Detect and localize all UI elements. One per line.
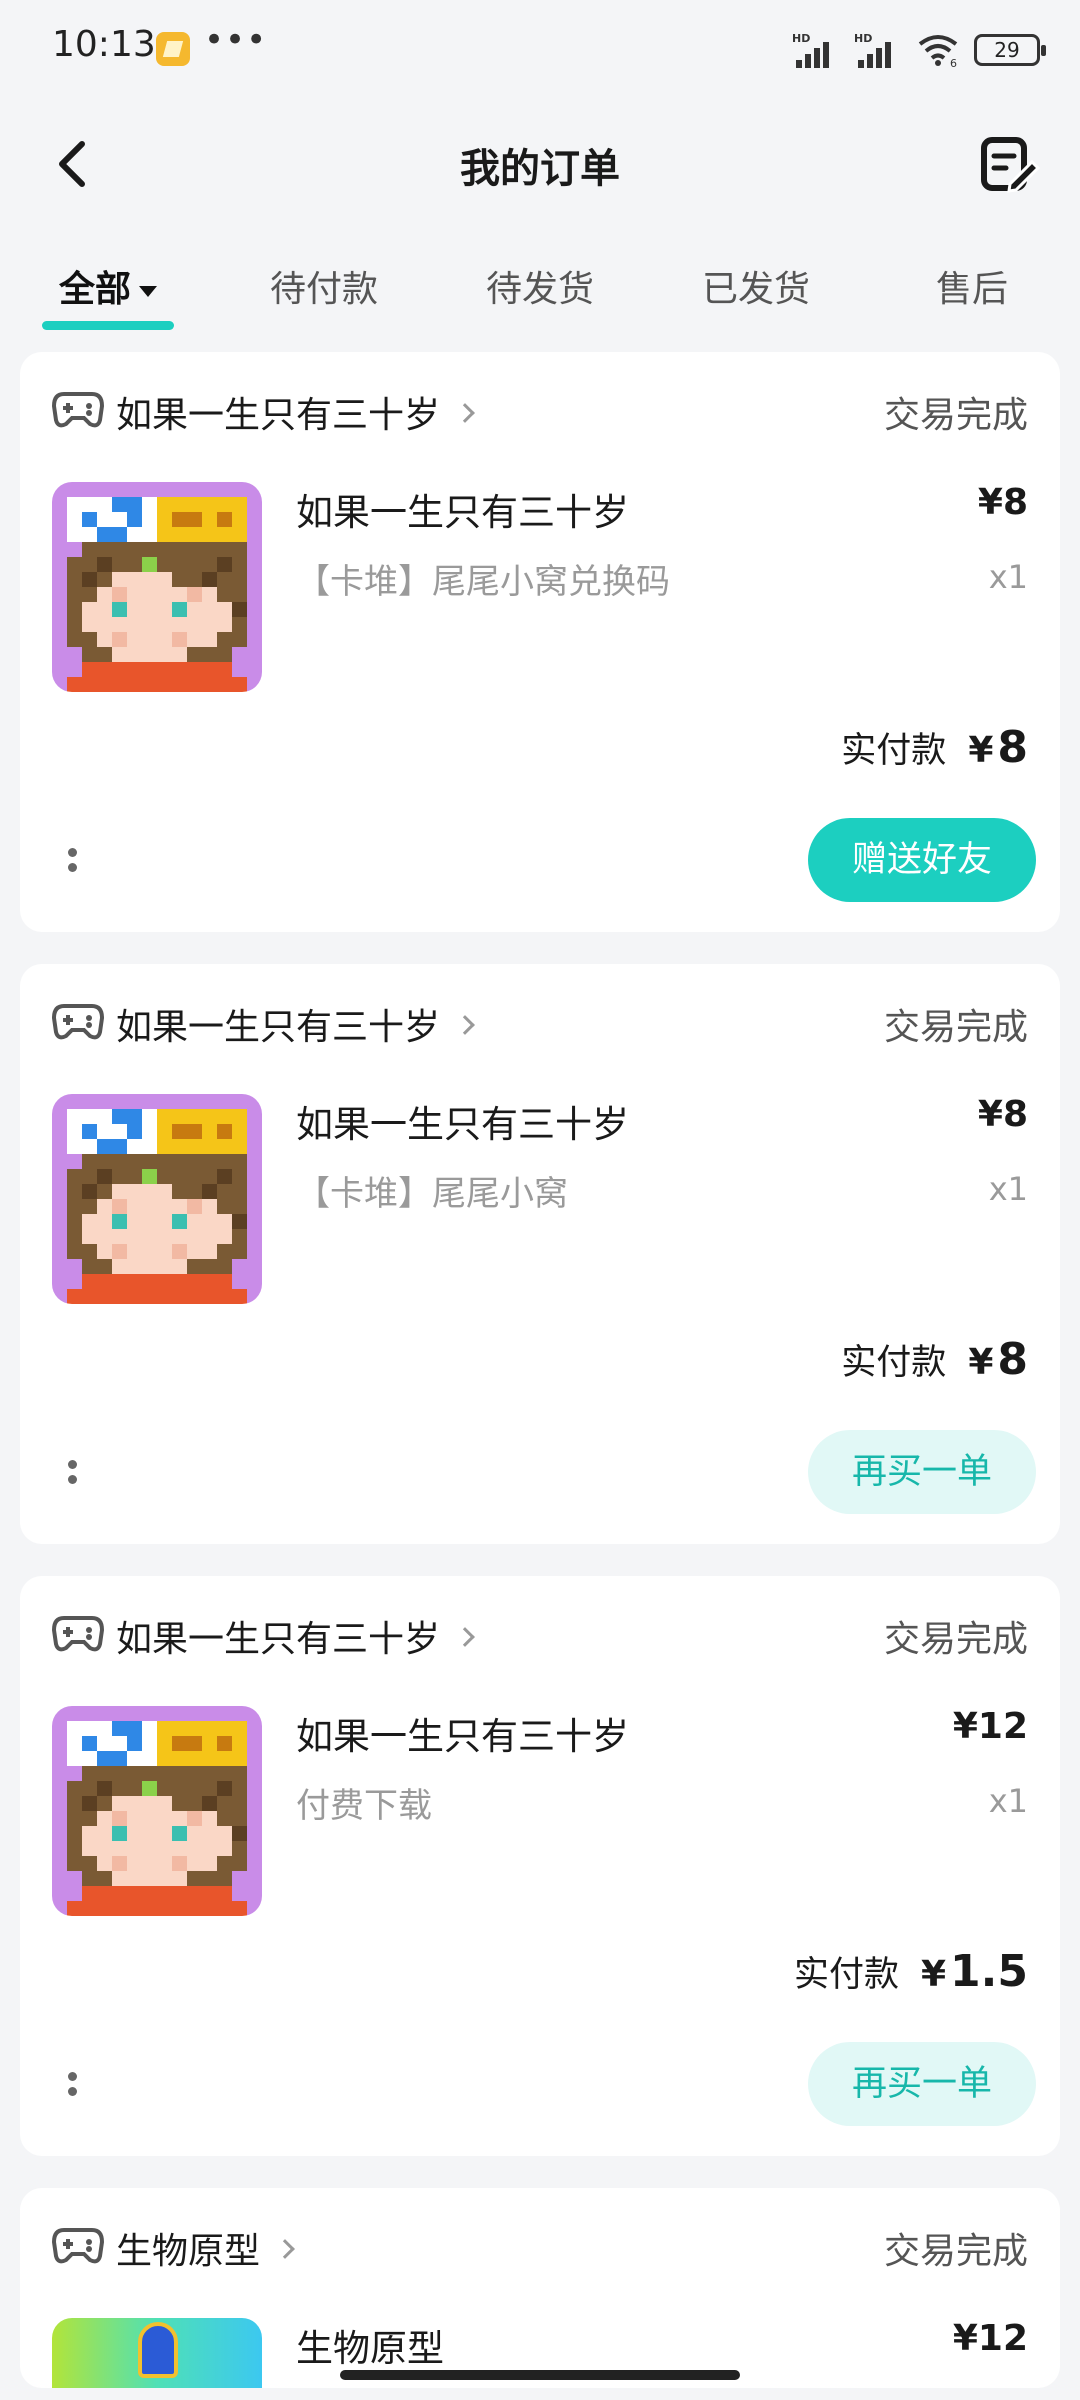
product-name: 如果一生只有三十岁: [296, 1103, 629, 1146]
store-row[interactable]: 如果一生只有三十岁 交易完成: [20, 964, 1060, 1074]
order-card[interactable]: 如果一生只有三十岁 交易完成 如果一生只有三十岁 【卡堆】尾尾小窝 ¥8 x1 …: [20, 964, 1060, 1544]
order-edit-button[interactable]: [976, 132, 1040, 196]
paid-amount-row: 实付款 ¥ 1.5: [794, 1946, 1028, 1997]
gamepad-icon: [52, 1004, 104, 1040]
battery-icon: 29: [974, 34, 1046, 66]
paid-currency: ¥: [920, 1954, 947, 1995]
product-quantity: x1: [988, 558, 1028, 596]
dot: [68, 2072, 77, 2081]
product-description: 付费下载: [296, 1786, 432, 1826]
store-name: 如果一生只有三十岁: [116, 998, 475, 1050]
gift-friend-button[interactable]: 赠送好友: [808, 818, 1036, 902]
paid-currency: ¥: [968, 730, 994, 771]
order-list: 如果一生只有三十岁 交易完成 如果一生只有三十岁 【卡堆】尾尾小窝兑换码 ¥8 …: [20, 352, 1060, 2400]
order-tabs: 全部 待付款 待发货 已发货 售后: [0, 250, 1080, 330]
paid-label: 实付款: [841, 731, 947, 771]
status-bar: 10:13 ••• HD HD 6 29: [0, 0, 1080, 100]
order-card[interactable]: 如果一生只有三十岁 交易完成 如果一生只有三十岁 【卡堆】尾尾小窝兑换码 ¥8 …: [20, 352, 1060, 932]
chevron-right-icon: [455, 1627, 475, 1647]
dot: [68, 863, 77, 872]
paid-amount: 1.5: [950, 1946, 1028, 1997]
dot: [68, 1475, 77, 1484]
chevron-right-icon: [455, 403, 475, 423]
product-description: 【卡堆】尾尾小窝兑换码: [296, 562, 670, 602]
tab-shipped[interactable]: 已发货: [648, 250, 864, 330]
product-name: 如果一生只有三十岁: [296, 1715, 629, 1758]
product-thumbnail[interactable]: [52, 2318, 262, 2388]
product-thumbnail[interactable]: [52, 1706, 262, 1916]
order-card[interactable]: 如果一生只有三十岁 交易完成 如果一生只有三十岁 付费下载 ¥12 x1 实付款…: [20, 1576, 1060, 2156]
game-cover-art: [52, 482, 262, 692]
paid-amount: 8: [997, 722, 1028, 773]
paid-amount-row: 实付款 ¥ 8: [841, 1334, 1028, 1385]
header: 我的订单: [0, 110, 1080, 220]
order-card[interactable]: 生物原型 交易完成 生物原型 ¥12: [20, 2188, 1060, 2388]
game-cover-art: [52, 1706, 262, 1916]
cell-signal-icon: HD: [792, 32, 840, 68]
order-edit-icon: [981, 137, 1040, 193]
more-notifications-icon: •••: [204, 20, 268, 60]
tab-pending-shipment[interactable]: 待发货: [432, 250, 648, 330]
status-time: 10:13: [52, 24, 156, 65]
notification-app-icon: [156, 32, 190, 66]
home-indicator[interactable]: [340, 2370, 740, 2380]
order-status: 交易完成: [883, 2231, 1028, 2272]
paid-currency: ¥: [968, 1342, 994, 1383]
gamepad-icon: [52, 2228, 104, 2264]
store-name: 如果一生只有三十岁: [116, 1610, 475, 1662]
paid-label: 实付款: [841, 1343, 947, 1383]
paid-amount: 8: [997, 1334, 1028, 1385]
product-name: 生物原型: [296, 2327, 444, 2370]
order-status: 交易完成: [883, 1007, 1028, 1048]
store-name: 生物原型: [116, 2222, 295, 2274]
product-description: 【卡堆】尾尾小窝: [296, 1174, 568, 1214]
wifi-label: 6: [950, 57, 957, 68]
product-price: ¥8: [977, 1094, 1028, 1135]
store-row[interactable]: 生物原型 交易完成: [20, 2188, 1060, 2298]
creature-art: [138, 2322, 178, 2378]
tab-after-sales[interactable]: 售后: [864, 250, 1080, 330]
tab-pending-payment[interactable]: 待付款: [216, 250, 432, 330]
product-thumbnail[interactable]: [52, 482, 262, 692]
caret-down-icon: [139, 285, 157, 297]
order-status: 交易完成: [883, 395, 1028, 436]
tab-active-indicator: [42, 321, 174, 330]
product-price: ¥8: [977, 482, 1028, 523]
chevron-right-icon: [455, 1015, 475, 1035]
orders-screen: 10:13 ••• HD HD 6 29 我的订单 全部 待付款 待发货 已发货…: [0, 0, 1080, 2400]
product-price: ¥12: [952, 2318, 1028, 2359]
store-name: 如果一生只有三十岁: [116, 386, 475, 438]
wifi-icon: 6: [918, 35, 958, 68]
paid-label: 实付款: [793, 1955, 899, 1995]
store-row[interactable]: 如果一生只有三十岁 交易完成: [20, 1576, 1060, 1686]
dot: [68, 2087, 77, 2096]
cell-signal-icon-2: HD: [854, 32, 902, 68]
store-row[interactable]: 如果一生只有三十岁 交易完成: [20, 352, 1060, 462]
buy-again-button[interactable]: 再买一单: [808, 1430, 1036, 1514]
buy-again-button[interactable]: 再买一单: [808, 2042, 1036, 2126]
dot: [68, 848, 77, 857]
tab-all[interactable]: 全部: [0, 250, 216, 330]
product-name: 如果一生只有三十岁: [296, 491, 629, 534]
order-status: 交易完成: [883, 1619, 1028, 1660]
status-indicators: HD HD 6 29: [792, 30, 1046, 70]
paid-amount-row: 实付款 ¥ 8: [841, 722, 1028, 773]
product-quantity: x1: [988, 1170, 1028, 1208]
chevron-right-icon: [275, 2239, 295, 2259]
tab-all-label: 全部: [58, 269, 131, 310]
product-price: ¥12: [952, 1706, 1028, 1747]
gamepad-icon: [52, 1616, 104, 1652]
product-quantity: x1: [988, 1782, 1028, 1820]
dot: [68, 1460, 77, 1469]
page-title: 我的订单: [460, 146, 620, 192]
gamepad-icon: [52, 392, 104, 428]
more-options-button[interactable]: [60, 842, 90, 882]
more-options-button[interactable]: [60, 2066, 90, 2106]
product-thumbnail[interactable]: [52, 1094, 262, 1304]
more-options-button[interactable]: [60, 1454, 90, 1494]
game-cover-art: [52, 1094, 262, 1304]
